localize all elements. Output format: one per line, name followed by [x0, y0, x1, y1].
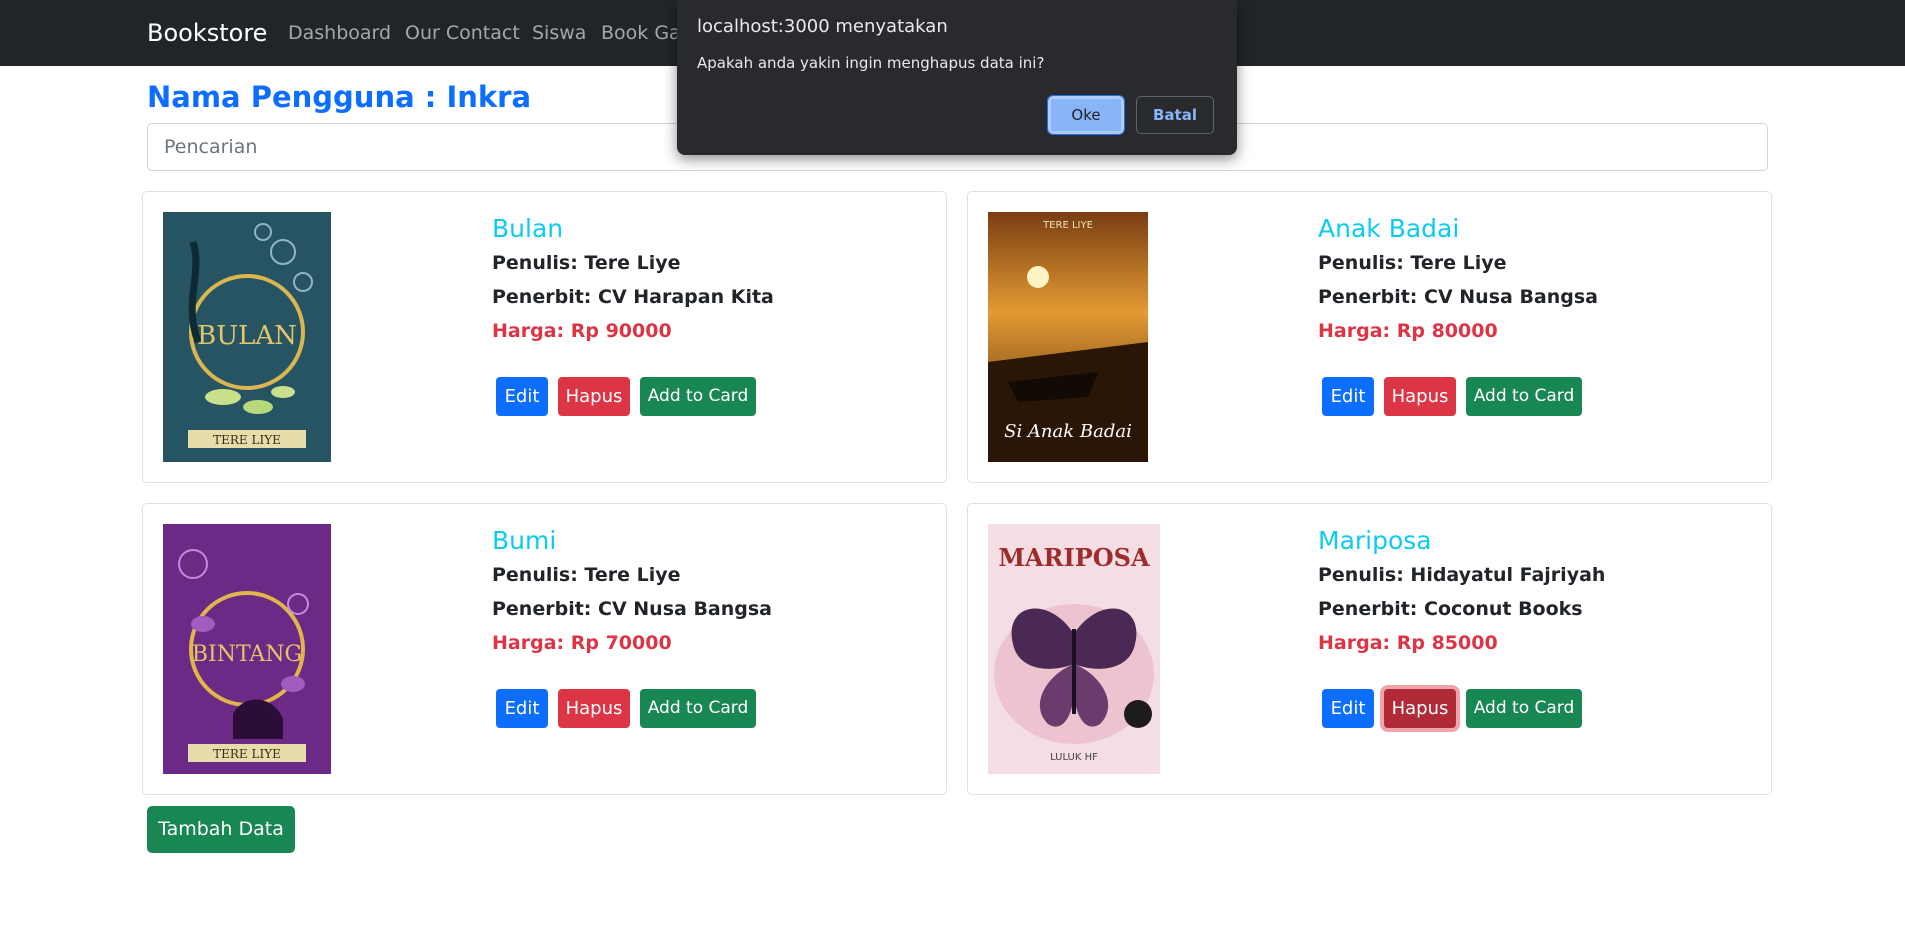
delete-button[interactable]: Hapus	[558, 689, 630, 728]
book-card: TERE LIYE Si Anak Badai Anak Badai Penul…	[967, 191, 1772, 483]
book-price: Harga: Rp 90000	[492, 320, 672, 342]
book-card: TERE LIYE BINTANG Bumi Penulis: Tere Liy…	[142, 503, 947, 795]
edit-button[interactable]: Edit	[496, 689, 548, 728]
book-info: Mariposa Penulis: Hidayatul Fajriyah Pen…	[1318, 524, 1606, 728]
delete-button[interactable]: Hapus	[1384, 689, 1456, 728]
cover-title: Si Anak Badai	[1004, 421, 1132, 442]
book-author: Penulis: Tere Liye	[1318, 252, 1507, 274]
edit-button[interactable]: Edit	[496, 377, 548, 416]
cover-title: BINTANG	[192, 642, 302, 667]
book-price: Harga: Rp 80000	[1318, 320, 1498, 342]
cover-author: TERE LIYE	[213, 747, 281, 761]
delete-button[interactable]: Hapus	[1384, 377, 1456, 416]
book-card: MARIPOSA LULUK HF Mariposa Penulis: Hida…	[967, 503, 1772, 795]
book-cover-image: TERE LIYE Si Anak Badai	[988, 212, 1148, 462]
cover-title: BULAN	[197, 321, 297, 351]
book-card: TERE LIYE BULAN Bulan Penulis: Tere Liye…	[142, 191, 947, 483]
book-publisher: Penerbit: CV Nusa Bangsa	[1318, 286, 1598, 308]
nav-link-dashboard[interactable]: Dashboard	[288, 20, 391, 46]
book-title: Bumi	[492, 526, 557, 555]
add-data-button[interactable]: Tambah Data	[147, 806, 295, 853]
book-title: Mariposa	[1318, 526, 1432, 555]
dialog-ok-button[interactable]: Oke	[1047, 95, 1125, 135]
book-cover-image: TERE LIYE BULAN	[163, 212, 331, 462]
book-publisher: Penerbit: CV Harapan Kita	[492, 286, 774, 308]
book-info: Anak Badai Penulis: Tere Liye Penerbit: …	[1318, 212, 1598, 416]
add-to-cart-button[interactable]: Add to Card	[640, 377, 756, 416]
cover-title: MARIPOSA	[998, 543, 1150, 572]
dialog-cancel-button[interactable]: Batal	[1136, 96, 1214, 134]
book-author: Penulis: Tere Liye	[492, 252, 681, 274]
nav-link-siswa[interactable]: Siswa	[532, 20, 586, 46]
nav-link-our-contact[interactable]: Our Contact	[405, 20, 520, 46]
book-price: Harga: Rp 85000	[1318, 632, 1498, 654]
user-name-heading: Nama Pengguna : Inkra	[147, 80, 532, 114]
add-to-cart-button[interactable]: Add to Card	[1466, 689, 1582, 728]
nav-link-book-gallery[interactable]: Book Ga	[601, 20, 681, 46]
book-author: Penulis: Hidayatul Fajriyah	[1318, 564, 1606, 586]
book-info: Bulan Penulis: Tere Liye Penerbit: CV Ha…	[492, 212, 774, 416]
book-cover-image: TERE LIYE BINTANG	[163, 524, 331, 774]
delete-button[interactable]: Hapus	[558, 377, 630, 416]
cover-author: TERE LIYE	[1042, 220, 1093, 231]
book-title: Bulan	[492, 214, 564, 243]
add-to-cart-button[interactable]: Add to Card	[1466, 377, 1582, 416]
edit-button[interactable]: Edit	[1322, 689, 1374, 728]
dialog-message: Apakah anda yakin ingin menghapus data i…	[697, 54, 1045, 72]
book-author: Penulis: Tere Liye	[492, 564, 681, 586]
book-info: Bumi Penulis: Tere Liye Penerbit: CV Nus…	[492, 524, 772, 728]
book-publisher: Penerbit: CV Nusa Bangsa	[492, 598, 772, 620]
book-price: Harga: Rp 70000	[492, 632, 672, 654]
brand-logo-text[interactable]: Bookstore	[147, 17, 267, 49]
dialog-title: localhost:3000 menyatakan	[697, 16, 948, 37]
confirm-dialog: localhost:3000 menyatakan Apakah anda ya…	[677, 0, 1237, 155]
book-cover-image: MARIPOSA LULUK HF	[988, 524, 1160, 774]
book-title: Anak Badai	[1318, 214, 1460, 243]
add-to-cart-button[interactable]: Add to Card	[640, 689, 756, 728]
cover-author: TERE LIYE	[213, 433, 281, 447]
edit-button[interactable]: Edit	[1322, 377, 1374, 416]
book-publisher: Penerbit: Coconut Books	[1318, 598, 1583, 620]
cover-author: LULUK HF	[1050, 752, 1098, 763]
